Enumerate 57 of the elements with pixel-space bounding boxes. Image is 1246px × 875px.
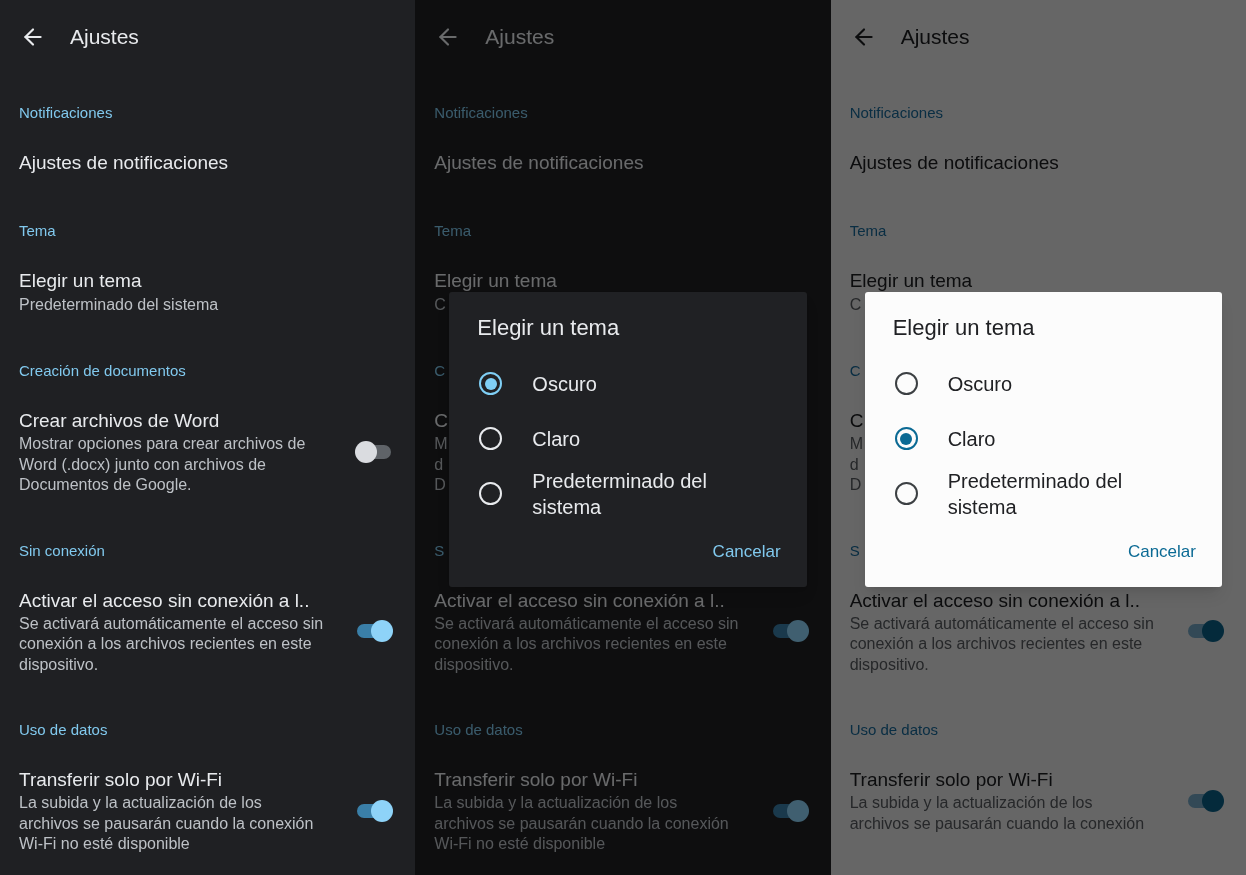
section-heading: Uso de datos: [18, 720, 108, 740]
option-label[interactable]: Predeterminado del sistema: [532, 467, 743, 520]
section-heading: S: [848, 540, 860, 561]
section-heading: Tema: [433, 221, 471, 241]
section-heading: Tema: [18, 221, 56, 241]
cancel-button[interactable]: Cancelar: [1119, 535, 1204, 569]
section-heading: S: [433, 540, 445, 561]
dialog-title: Elegir un tema: [476, 314, 620, 342]
section-heading: Uso de datos: [848, 720, 939, 740]
setting-description: La subida y la actualización de los archivos se pausarán cuando la conexión: [849, 793, 1146, 834]
section-heading: Notificaciones: [848, 103, 944, 123]
setting-description: M d D: [849, 434, 863, 495]
screen-title: Ajustes: [900, 24, 970, 51]
radio-button[interactable]: [894, 482, 918, 505]
setting-description: Se activará automáticamente el acceso sin conexión a los archivos recientes en este dispositivo.: [434, 613, 740, 675]
section-heading: Creación de documentos: [18, 361, 186, 381]
setting-title[interactable]: C: [434, 408, 449, 434]
toggle-switch[interactable]: [1186, 620, 1224, 643]
setting-title[interactable]: Ajustes de notificaciones: [434, 150, 644, 176]
toggle-switch[interactable]: [1186, 789, 1224, 812]
option-label[interactable]: Claro: [532, 425, 581, 452]
section-heading: Notificaciones: [433, 103, 528, 123]
option-label[interactable]: Predeterminado del sistema: [947, 467, 1158, 520]
setting-value: Predeterminado del sistema: [19, 295, 219, 315]
setting-title[interactable]: Crear archivos de Word: [19, 408, 220, 434]
screen-title: Ajustes: [70, 24, 139, 51]
setting-title[interactable]: Activar el acceso sin conexión a l..: [19, 587, 310, 614]
setting-description: La subida y la actualización de los archivos se pausarán cuando la conexión Wi-Fi no esté disponible: [434, 793, 730, 854]
setting-title[interactable]: Transferir solo por Wi-Fi: [434, 767, 638, 793]
section-heading: Uso de datos: [433, 720, 523, 740]
section-heading: Sin conexión: [18, 540, 105, 561]
toggle-switch[interactable]: [355, 620, 394, 643]
setting-title[interactable]: Activar el acceso sin conexión a l..: [434, 587, 725, 614]
dialog-title: Elegir un tema: [891, 314, 1035, 342]
setting-description: M d D: [434, 434, 448, 495]
setting-title[interactable]: Elegir un tema: [19, 268, 142, 294]
setting-title[interactable]: Transferir solo por Wi-Fi: [19, 767, 223, 793]
section-heading: C: [848, 361, 861, 381]
setting-description: Se activará automáticamente el acceso sin conexión a los archivos recientes en este dispositivo.: [19, 613, 324, 675]
radio-button[interactable]: [894, 372, 918, 395]
toggle-switch[interactable]: [355, 799, 394, 822]
setting-title[interactable]: Ajustes de notificaciones: [19, 150, 229, 176]
option-label[interactable]: Oscuro: [532, 370, 597, 397]
radio-button[interactable]: [894, 427, 918, 450]
option-label[interactable]: Claro: [947, 425, 996, 452]
setting-value: C: [434, 295, 446, 315]
section-heading: Notificaciones: [18, 103, 113, 123]
setting-value: C: [849, 295, 862, 315]
setting-description: Se activará automáticamente el acceso sin conexión a los archivos recientes en este dispositivo.: [849, 613, 1155, 675]
section-heading: C: [433, 361, 446, 381]
setting-description: Mostrar opciones para crear archivos de Word (.docx) junto con archivos de Documentos de Google.: [19, 434, 307, 495]
setting-description: La subida y la actualización de los archivos se pausarán cuando la conexión Wi-Fi no esté disponible: [19, 793, 315, 854]
section-heading: Tema: [848, 221, 887, 241]
setting-title[interactable]: Elegir un tema: [434, 268, 557, 294]
screen-title: Ajustes: [485, 24, 555, 51]
option-label[interactable]: Oscuro: [947, 370, 1013, 397]
cancel-button[interactable]: Cancelar: [704, 535, 789, 569]
